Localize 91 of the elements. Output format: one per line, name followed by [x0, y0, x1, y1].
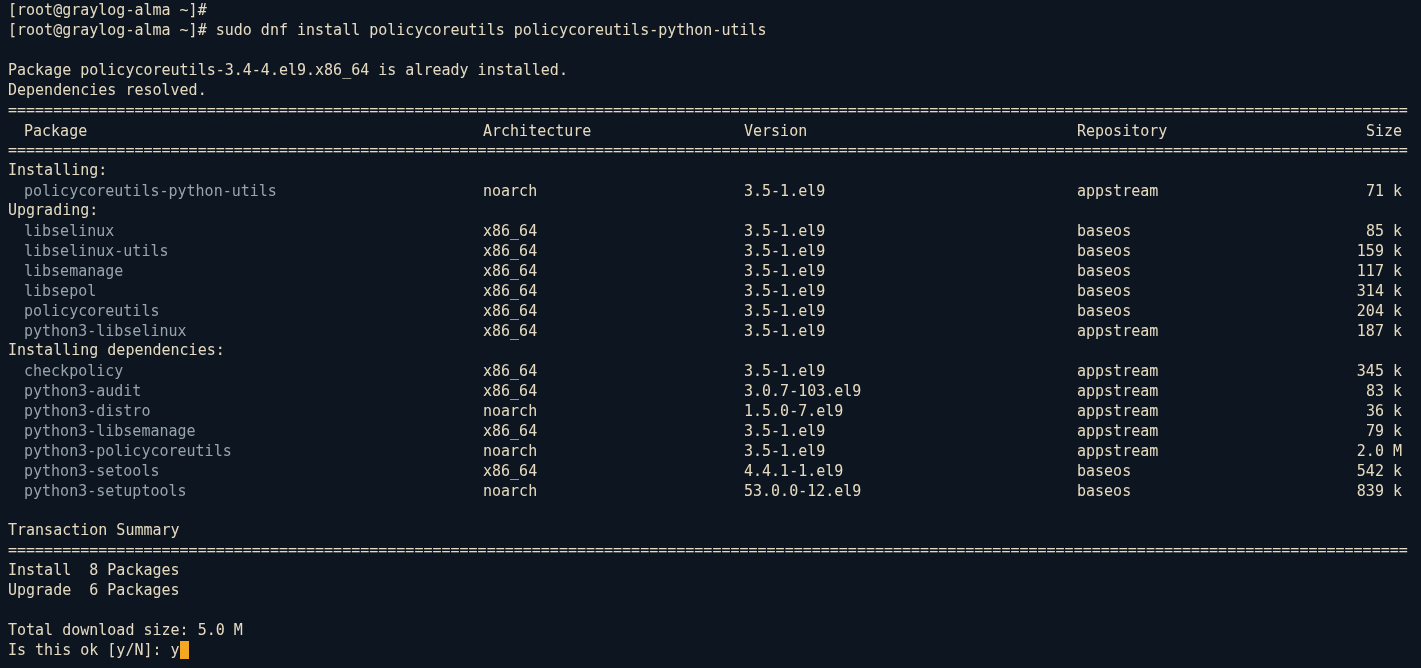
- table-cell-text: baseos: [1077, 301, 1132, 322]
- table-cell-text: baseos: [1077, 261, 1132, 282]
- table-cell-text: python3-libsemanage: [24, 421, 196, 442]
- table-cell-text: baseos: [1077, 281, 1132, 302]
- table-cell-text: baseos: [1077, 461, 1132, 482]
- output-line: Total download size: 5.0 M: [8, 619, 243, 641]
- table-cell-text: 4.4.1-1.el9: [744, 461, 844, 482]
- table-cell-text: 53.0.0-12.el9: [744, 481, 862, 502]
- table-cell-text: noarch: [483, 401, 538, 422]
- table-cell-text: 3.5-1.el9: [744, 261, 826, 282]
- output-line: [root@graylog-alma ~]#: [8, 0, 207, 21]
- table-cell-text: checkpolicy: [24, 361, 124, 382]
- separator-line: ===========================================================================================================================================================: [8, 539, 1408, 561]
- table-cell-text: noarch: [483, 481, 538, 502]
- table-cell-text: python3-policycoreutils: [24, 441, 232, 462]
- table-cell-text: x86_64: [483, 261, 538, 282]
- table-cell-text: 3.5-1.el9: [744, 421, 826, 442]
- table-cell-text: appstream: [1077, 441, 1159, 462]
- table-cell-text: x86_64: [483, 241, 538, 262]
- table-cell-text: appstream: [1077, 401, 1159, 422]
- table-cell-text: x86_64: [483, 301, 538, 322]
- table-cell-text: libselinux-utils: [24, 241, 169, 262]
- table-cell-text: python3-setuptools: [24, 481, 187, 502]
- table-cell-text: noarch: [483, 441, 538, 462]
- table-cell-text: python3-setools: [24, 461, 160, 482]
- table-cell-text: policycoreutils-python-utils: [24, 181, 277, 202]
- table-cell-text: libselinux: [24, 221, 115, 242]
- table-cell-text: 3.5-1.el9: [744, 281, 826, 302]
- output-line: Upgrade 6 Packages: [8, 579, 180, 601]
- column-header: Version: [744, 121, 808, 142]
- output-line: Install 8 Packages: [8, 559, 180, 581]
- table-cell-text: 839 k: [1356, 481, 1402, 502]
- table-cell-text: appstream: [1077, 421, 1159, 442]
- table-cell-text: 3.5-1.el9: [744, 361, 826, 382]
- table-cell-text: x86_64: [483, 461, 538, 482]
- table-cell-text: appstream: [1077, 381, 1159, 402]
- column-header: Size: [1365, 121, 1402, 142]
- table-cell-text: 345 k: [1356, 361, 1402, 382]
- table-cell-text: baseos: [1077, 241, 1132, 262]
- table-cell-text: policycoreutils: [24, 301, 160, 322]
- column-header: Package: [24, 121, 88, 142]
- table-cell-text: 3.5-1.el9: [744, 181, 826, 202]
- table-cell-text: 159 k: [1356, 241, 1402, 262]
- table-cell-text: 3.5-1.el9: [744, 441, 826, 462]
- table-cell-text: python3-distro: [24, 401, 151, 422]
- table-cell-text: 3.5-1.el9: [744, 321, 826, 342]
- table-cell-text: 542 k: [1356, 461, 1402, 482]
- table-cell-text: x86_64: [483, 361, 538, 382]
- table-cell-text: 85 k: [1365, 221, 1402, 242]
- table-cell-text: 36 k: [1365, 401, 1402, 422]
- table-cell-text: 3.0.7-103.el9: [744, 381, 862, 402]
- output-line: Transaction Summary: [8, 519, 180, 541]
- output-line: [root@graylog-alma ~]# sudo dnf install policycoreutils policycoreutils-python-utils: [8, 19, 767, 41]
- group-heading: Upgrading:: [8, 199, 99, 221]
- table-cell-text: 79 k: [1365, 421, 1402, 442]
- table-cell-text: 314 k: [1356, 281, 1402, 302]
- table-cell-text: 117 k: [1356, 261, 1402, 282]
- table-cell-text: baseos: [1077, 221, 1132, 242]
- column-header: Repository: [1077, 121, 1168, 142]
- output-line: Package policycoreutils-3.4-4.el9.x86_64 is already installed.: [8, 59, 568, 81]
- table-cell-text: 204 k: [1356, 301, 1402, 322]
- table-cell-text: 3.5-1.el9: [744, 301, 826, 322]
- table-cell-text: 187 k: [1356, 321, 1402, 342]
- table-cell-text: appstream: [1077, 321, 1159, 342]
- table-cell-text: 3.5-1.el9: [744, 241, 826, 262]
- table-cell-text: appstream: [1077, 361, 1159, 382]
- table-cell-text: 71 k: [1365, 181, 1402, 202]
- table-cell-text: 3.5-1.el9: [744, 221, 826, 242]
- table-cell-text: appstream: [1077, 181, 1159, 202]
- table-cell-text: x86_64: [483, 381, 538, 402]
- group-heading: Installing dependencies:: [8, 339, 225, 361]
- table-cell-text: x86_64: [483, 321, 538, 342]
- table-cell-text: noarch: [483, 181, 538, 202]
- output-line: Dependencies resolved.: [8, 79, 207, 101]
- input-field[interactable]: y: [170, 638, 180, 662]
- separator-line: ===========================================================================================================================================================: [8, 99, 1408, 121]
- prompt-text: Is this ok [y/N]:: [8, 639, 163, 661]
- table-cell-text: 1.5.0-7.el9: [744, 401, 844, 422]
- group-heading: Installing:: [8, 159, 108, 181]
- table-cell-text: x86_64: [483, 421, 538, 442]
- table-cell-text: libsepol: [24, 281, 97, 302]
- table-cell-text: baseos: [1077, 481, 1132, 502]
- table-cell-text: python3-libselinux: [24, 321, 187, 342]
- table-cell-text: libsemanage: [24, 261, 124, 282]
- separator-line: ===========================================================================================================================================================: [8, 139, 1408, 161]
- column-header: Architecture: [483, 121, 592, 142]
- table-cell-text: x86_64: [483, 221, 538, 242]
- table-cell-text: x86_64: [483, 281, 538, 302]
- table-cell-text: 83 k: [1365, 381, 1402, 402]
- table-cell-text: python3-audit: [24, 381, 142, 402]
- table-cell-text: 2.0 M: [1356, 441, 1402, 462]
